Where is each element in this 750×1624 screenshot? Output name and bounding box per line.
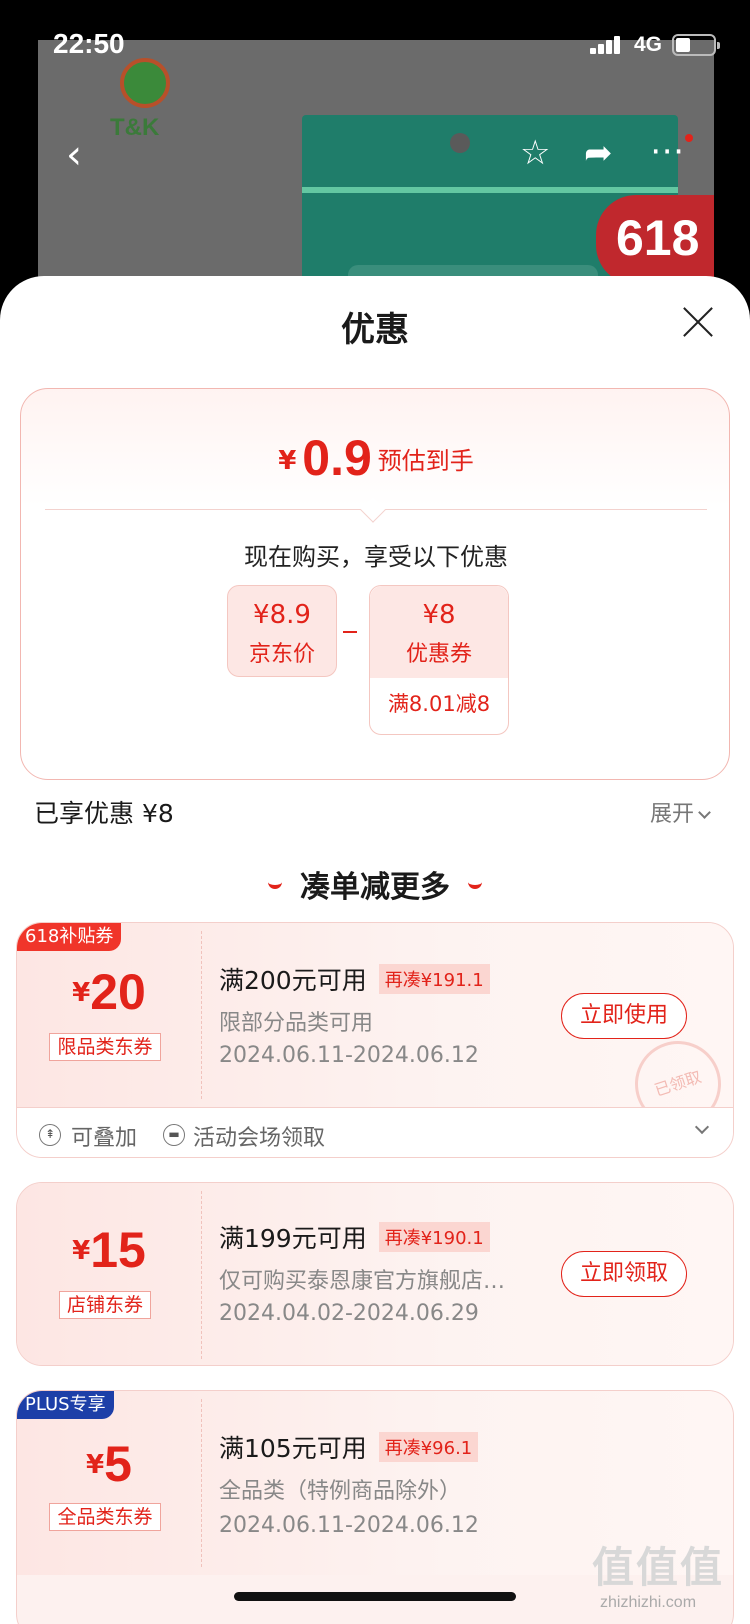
coupon-scope: 仅可购买泰恩康官方旗舰店… xyxy=(219,1269,506,1294)
buy-intro-text: 现在购买，享受以下优惠 xyxy=(244,543,508,571)
coupon-face-value: ¥20 xyxy=(72,964,146,1020)
estimated-price-card: ¥0.9 预估到手 现在购买，享受以下优惠 ¥8.9 京东价 ¥8 优惠券 满8.… xyxy=(20,388,730,780)
share-icon[interactable]: ➦ xyxy=(584,136,613,170)
notification-dot xyxy=(685,134,693,142)
coupon-dates: 2024.04.02-2024.06.29 xyxy=(219,1301,479,1326)
estimate-currency: ¥ xyxy=(278,446,297,476)
coupon-dates: 2024.06.11-2024.06.12 xyxy=(219,1043,479,1068)
promo-618-badge: 618 xyxy=(596,195,714,285)
status-bar: 22:50 4G xyxy=(0,0,750,90)
section-heading-text: 凑单减更多 xyxy=(300,870,450,905)
coupon-category: 限品类东券 xyxy=(49,1033,161,1061)
coupon-price-value: ¥8 xyxy=(422,600,456,630)
favorite-icon[interactable]: ☆ xyxy=(520,136,550,170)
source-label: 活动会场领取 xyxy=(193,1126,326,1151)
coupon-gap-badge: 再凑¥96.1 xyxy=(378,1432,479,1462)
chevron-down-icon xyxy=(698,806,711,819)
battery-icon xyxy=(672,34,720,56)
coupon-tag: PLUS专享 xyxy=(17,1391,114,1419)
coupon-scope: 全品类（特例商品除外） xyxy=(219,1479,462,1504)
discount-sheet: 优惠 ¥0.9 预估到手 现在购买，享受以下优惠 ¥8.9 京东价 ¥8 优惠券 … xyxy=(0,276,750,1624)
expand-label: 展开 xyxy=(650,802,695,827)
coupon-rule: 满200元可用 再凑¥191.1 xyxy=(219,961,490,997)
status-time: 22:50 xyxy=(53,28,125,59)
coupon-face-value: ¥5 xyxy=(86,1436,132,1492)
ticket-icon: ▬ xyxy=(163,1124,185,1146)
site-watermark: 值值值 zhizhizhi.com xyxy=(592,1544,725,1611)
coupon-card: 618补贴券 ¥20 限品类东券 满200元可用 再凑¥191.1 限部分品类可用… xyxy=(16,922,734,1158)
stackable-icon: ⇞ xyxy=(39,1124,61,1146)
stackable-label: 可叠加 xyxy=(71,1126,138,1151)
coupon-tag: 618补贴券 xyxy=(17,923,122,951)
coupon-rule: 满199元可用 再凑¥190.1 xyxy=(219,1219,490,1255)
brand-logo-text: T&K xyxy=(110,114,160,141)
coupon-price-label: 优惠券 xyxy=(405,642,472,667)
jd-price-label: 京东价 xyxy=(248,642,315,667)
minus-sign xyxy=(343,631,357,633)
coupon-gap-badge: 再凑¥190.1 xyxy=(378,1222,490,1252)
estimate-label: 预估到手 xyxy=(377,447,474,475)
more-icon[interactable]: ⋯ xyxy=(650,134,684,168)
chevron-down-icon[interactable] xyxy=(694,1119,710,1135)
coupon-dates: 2024.06.11-2024.06.12 xyxy=(219,1513,479,1538)
coupon-condition: 满8.01减8 xyxy=(387,692,491,716)
home-indicator[interactable] xyxy=(234,1592,516,1601)
smile-decoration-icon xyxy=(468,881,482,889)
coupon-category: 全品类东券 xyxy=(49,1503,161,1531)
network-type: 4G xyxy=(634,33,663,56)
sheet-title: 优惠 xyxy=(341,310,409,350)
back-icon[interactable]: ‹ xyxy=(66,135,82,175)
divider-notch xyxy=(360,497,386,523)
coupon-price-box: ¥8 优惠券 满8.01减8 xyxy=(369,585,509,735)
estimated-price: ¥0.9 预估到手 xyxy=(21,429,731,487)
jd-price-box: ¥8.9 京东价 xyxy=(227,585,337,677)
coupon-footer[interactable]: ⇞ 可叠加 ▬ 活动会场领取 xyxy=(17,1107,733,1157)
close-icon[interactable] xyxy=(680,304,716,340)
jd-price-value: ¥8.9 xyxy=(253,600,311,630)
section-heading: 凑单减更多 xyxy=(0,862,750,906)
coupon-rule: 满105元可用 再凑¥96.1 xyxy=(219,1429,479,1465)
expand-toggle[interactable]: 展开 xyxy=(650,796,711,828)
smile-decoration-icon xyxy=(268,881,282,889)
estimate-amount: 0.9 xyxy=(302,430,372,486)
coupon-gap-badge: 再凑¥191.1 xyxy=(378,964,490,994)
coupon-face-value: ¥15 xyxy=(72,1222,146,1278)
claim-now-button[interactable]: 立即领取 xyxy=(561,1251,687,1297)
coupon-card: ¥15 店铺东券 满199元可用 再凑¥190.1 仅可购买泰恩康官方旗舰店… 2… xyxy=(16,1182,734,1366)
coupon-category: 店铺东券 xyxy=(59,1291,151,1319)
enjoyed-discount: 已享优惠 ¥8 xyxy=(34,799,174,828)
coupon-scope: 限部分品类可用 xyxy=(219,1011,374,1036)
use-now-button[interactable]: 立即使用 xyxy=(561,993,687,1039)
signal-icon xyxy=(590,34,626,54)
